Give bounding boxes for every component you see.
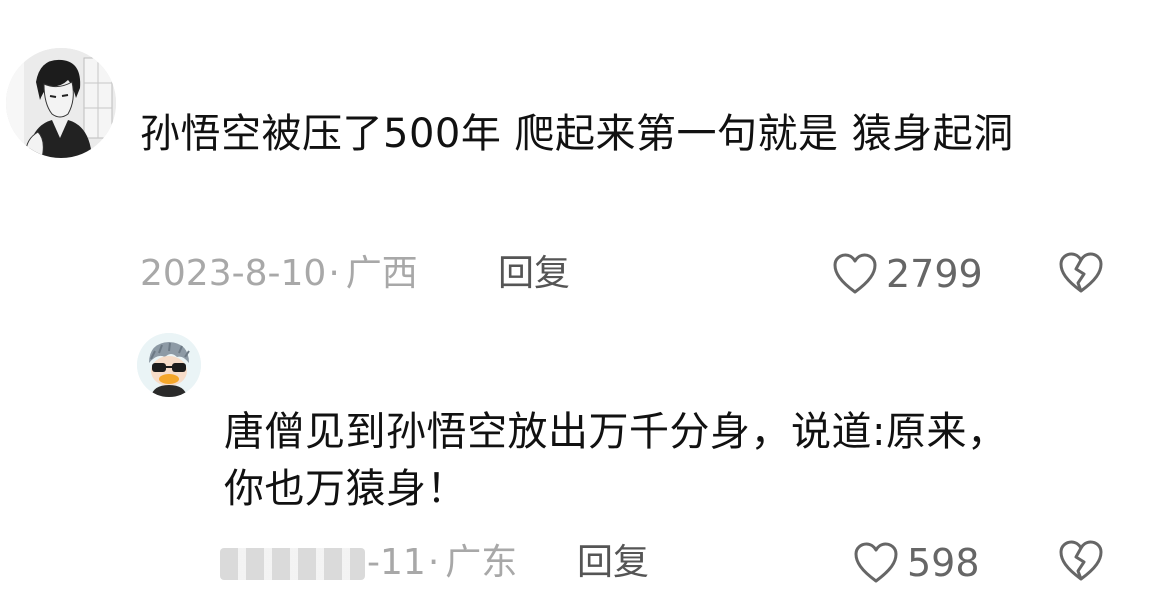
reply-location: 广东 xyxy=(445,542,518,583)
meta-separator-dot: · xyxy=(328,253,340,294)
reply-button[interactable]: 回复 xyxy=(498,252,570,296)
avatar[interactable] xyxy=(6,48,116,158)
reply-like-count: 598 xyxy=(907,541,980,585)
reply-to-reply-button[interactable]: 回复 xyxy=(577,541,649,585)
reply-like-button[interactable]: 598 xyxy=(853,537,980,589)
manga-boy-avatar-icon xyxy=(6,48,116,158)
reply-text: 唐僧见到孙悟空放出万千分身，说道:原来，你也万猿身！ xyxy=(224,409,1008,512)
reply-meta: -11· 广东 xyxy=(367,541,517,585)
like-count: 2799 xyxy=(886,252,983,296)
broken-heart-icon[interactable] xyxy=(1057,250,1105,296)
blurred-date-redaction xyxy=(220,548,365,580)
broken-heart-icon[interactable] xyxy=(1057,538,1105,584)
comment-text: 孙悟空被压了500年 爬起来第一句就是 猿身起洞 xyxy=(140,111,1014,157)
cartoon-duck-avatar-icon xyxy=(137,333,201,397)
meta-separator-dot: · xyxy=(427,542,440,583)
comment-date: 2023-8-10 xyxy=(140,253,327,294)
comment-meta: 2023-8-10· 广西 xyxy=(140,252,418,296)
heart-outline-icon xyxy=(833,253,877,294)
comment-location: 广西 xyxy=(345,253,418,294)
reply-avatar[interactable] xyxy=(137,333,201,397)
heart-outline-icon xyxy=(854,542,898,583)
reply-date-suffix: -11 xyxy=(367,542,426,583)
like-button[interactable]: 2799 xyxy=(832,248,983,300)
